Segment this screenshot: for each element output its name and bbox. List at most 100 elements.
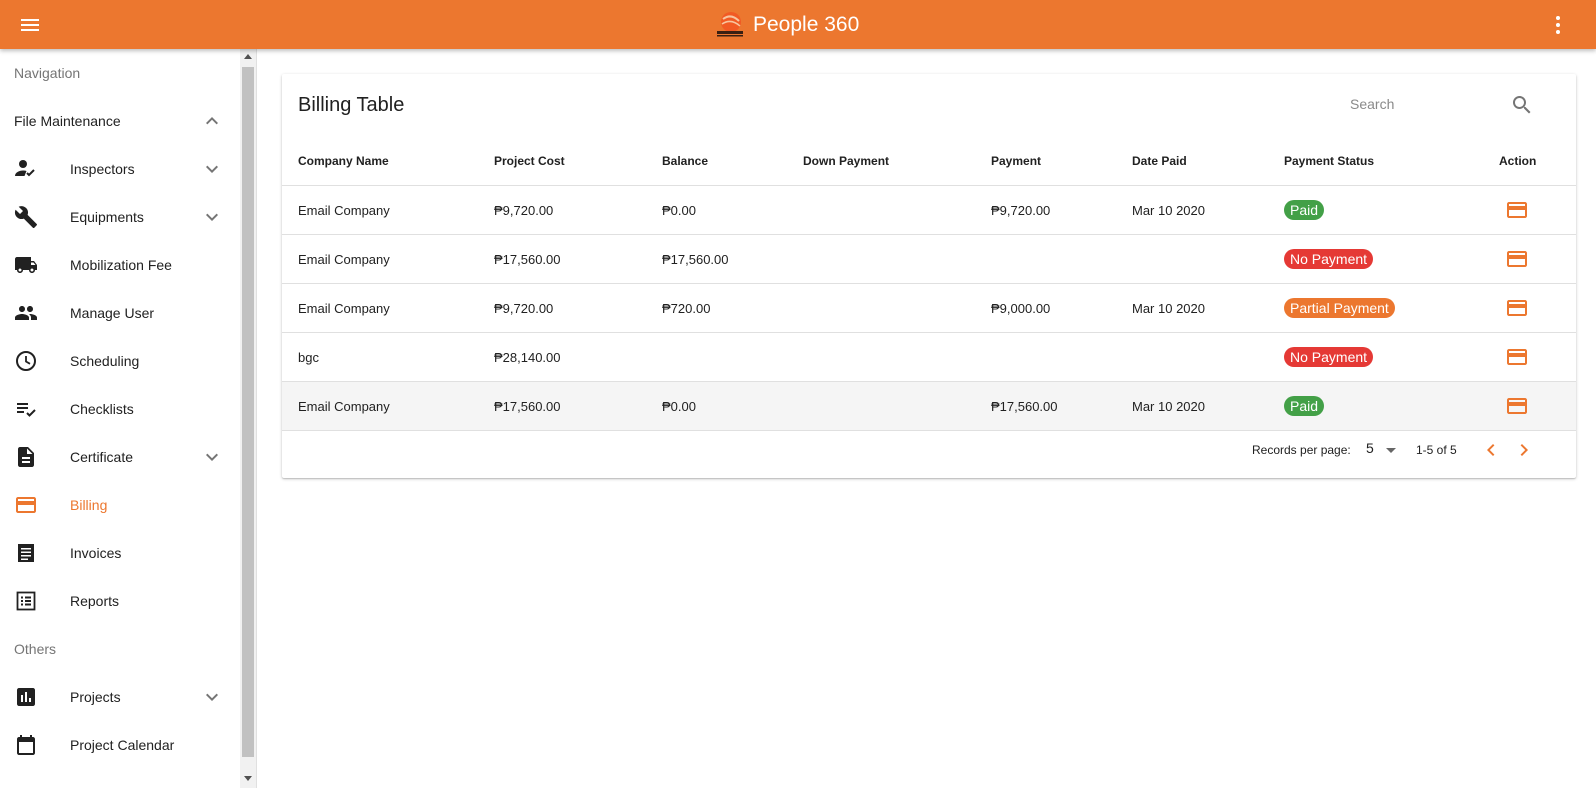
cell-company: Email Company <box>282 283 478 333</box>
bar-chart-icon <box>17 688 35 706</box>
pagination-range: 1-5 of 5 <box>1416 443 1457 457</box>
dropdown-arrow-icon <box>1386 448 1396 453</box>
sidebar-item-projects[interactable]: Projects <box>0 673 240 721</box>
sidebar-scrollbar[interactable] <box>240 49 256 788</box>
billing-card-icon[interactable] <box>1505 394 1529 418</box>
file-maintenance-group[interactable]: File Maintenance <box>0 97 240 145</box>
brand: People 360 <box>715 10 859 40</box>
others-header: Others <box>14 641 57 657</box>
cell-payment-status: No Payment <box>1268 234 1483 284</box>
sidebar-item-inspectors[interactable]: Inspectors <box>0 145 240 193</box>
checklist-icon <box>17 403 36 417</box>
cell-action <box>1483 185 1576 235</box>
column-header-balance[interactable]: Balance <box>646 136 787 186</box>
search-box <box>1342 86 1542 122</box>
sidebar: Navigation File Maintenance Inspectors E… <box>0 49 257 788</box>
cell-payment-status: Paid <box>1268 185 1483 235</box>
cell-down-payment <box>787 185 975 235</box>
cell-action <box>1483 234 1576 284</box>
sidebar-item-label: Equipments <box>70 209 144 225</box>
column-header-down-payment[interactable]: Down Payment <box>787 136 975 186</box>
sidebar-item-checklists[interactable]: Checklists <box>0 385 240 433</box>
cell-payment-status: Partial Payment <box>1268 283 1483 333</box>
truck-icon <box>15 257 37 273</box>
credit-card-icon <box>16 497 36 513</box>
cell-balance: ₱17,560.00 <box>646 234 787 284</box>
column-header-payment[interactable]: Payment <box>975 136 1116 186</box>
chevron-down-icon <box>206 213 218 221</box>
cell-date-paid <box>1116 332 1268 382</box>
cell-project-cost: ₱28,140.00 <box>478 332 646 382</box>
more-vert-icon[interactable] <box>1546 13 1570 37</box>
sidebar-item-label: Checklists <box>70 401 134 417</box>
billing-card-icon[interactable] <box>1505 247 1529 271</box>
cell-payment: ₱9,000.00 <box>975 283 1116 333</box>
sidebar-item-label: Reports <box>70 593 120 609</box>
chevron-down-icon <box>206 453 218 461</box>
cell-payment <box>975 234 1116 284</box>
sidebar-item-project-calendar[interactable]: Project Calendar <box>0 721 240 769</box>
sidebar-item-certificate[interactable]: Certificate <box>0 433 240 481</box>
chevron-right-icon[interactable] <box>1512 438 1536 462</box>
cell-company: bgc <box>282 332 478 382</box>
sidebar-item-scheduling[interactable]: Scheduling <box>0 337 240 385</box>
cell-date-paid <box>1116 234 1268 284</box>
chevron-up-icon <box>206 117 218 125</box>
sidebar-item-manage-user[interactable]: Manage User <box>0 289 240 337</box>
records-per-page-select[interactable]: 5 <box>1362 435 1400 463</box>
table-row: bgc ₱28,140.00 No Payment <box>282 332 1576 382</box>
billing-table-card: Billing Table Company Name Project Cost … <box>282 74 1576 478</box>
table-header-row: Company Name Project Cost Balance Down P… <box>282 136 1576 186</box>
navigation-header: Navigation <box>14 65 81 81</box>
scrollbar-thumb[interactable] <box>242 67 254 757</box>
cell-balance <box>646 332 787 382</box>
cell-date-paid: Mar 10 2020 <box>1116 283 1268 333</box>
wrench-icon <box>14 206 37 228</box>
records-per-page-label: Records per page: <box>1252 443 1351 457</box>
column-header-project-cost[interactable]: Project Cost <box>478 136 646 186</box>
sidebar-item-reports[interactable]: Reports <box>0 577 240 625</box>
billing-card-icon[interactable] <box>1505 198 1529 222</box>
table-footer: Records per page: 5 1-5 of 5 <box>282 423 1576 478</box>
sidebar-item-label: Manage User <box>70 305 155 321</box>
cell-company: Email Company <box>282 234 478 284</box>
search-input[interactable] <box>1348 92 1502 116</box>
billing-table: Company Name Project Cost Balance Down P… <box>282 136 1576 431</box>
column-header-action: Action <box>1483 136 1576 186</box>
sidebar-item-label: Billing <box>70 497 108 513</box>
sidebar-item-label: Projects <box>70 689 121 705</box>
page-title: Billing Table <box>298 94 405 116</box>
sidebar-item-billing[interactable]: Billing <box>0 481 240 529</box>
column-header-date-paid[interactable]: Date Paid <box>1116 136 1268 186</box>
status-badge: Paid <box>1284 396 1325 416</box>
sidebar-item-invoices[interactable]: Invoices <box>0 529 240 577</box>
billing-card-icon[interactable] <box>1505 296 1529 320</box>
sidebar-item-mobilization-fee[interactable]: Mobilization Fee <box>0 241 240 289</box>
chevron-down-icon <box>206 165 218 173</box>
hamburger-menu-icon[interactable] <box>18 13 42 37</box>
scroll-up-arrow-icon[interactable] <box>244 54 252 59</box>
cell-payment <box>975 332 1116 382</box>
column-header-payment-status[interactable]: Payment Status <box>1268 136 1483 186</box>
sidebar-item-label: Scheduling <box>70 353 140 369</box>
records-per-page-value: 5 <box>1366 440 1374 456</box>
scroll-down-arrow-icon[interactable] <box>244 776 252 781</box>
billing-card-icon[interactable] <box>1505 345 1529 369</box>
search-icon[interactable] <box>1510 93 1534 117</box>
cell-payment-status: No Payment <box>1268 332 1483 382</box>
sidebar-item-label: Invoices <box>70 545 122 561</box>
app-title: People 360 <box>753 13 860 36</box>
sidebar-item-label: Certificate <box>70 449 134 465</box>
app-bar: People 360 <box>0 0 1596 49</box>
cell-project-cost: ₱9,720.00 <box>478 283 646 333</box>
sidebar-item-equipments[interactable]: Equipments <box>0 193 240 241</box>
chevron-down-icon <box>206 693 218 701</box>
chevron-left-icon[interactable] <box>1479 438 1503 462</box>
status-badge: No Payment <box>1284 347 1374 367</box>
column-header-company-name[interactable]: Company Name <box>282 136 478 186</box>
sidebar-item-label: Project Calendar <box>70 737 175 753</box>
person-check-icon <box>15 160 35 177</box>
document-icon <box>18 447 34 467</box>
table-row: Email Company ₱9,720.00 ₱720.00 ₱9,000.0… <box>282 283 1576 333</box>
cell-action <box>1483 332 1576 382</box>
